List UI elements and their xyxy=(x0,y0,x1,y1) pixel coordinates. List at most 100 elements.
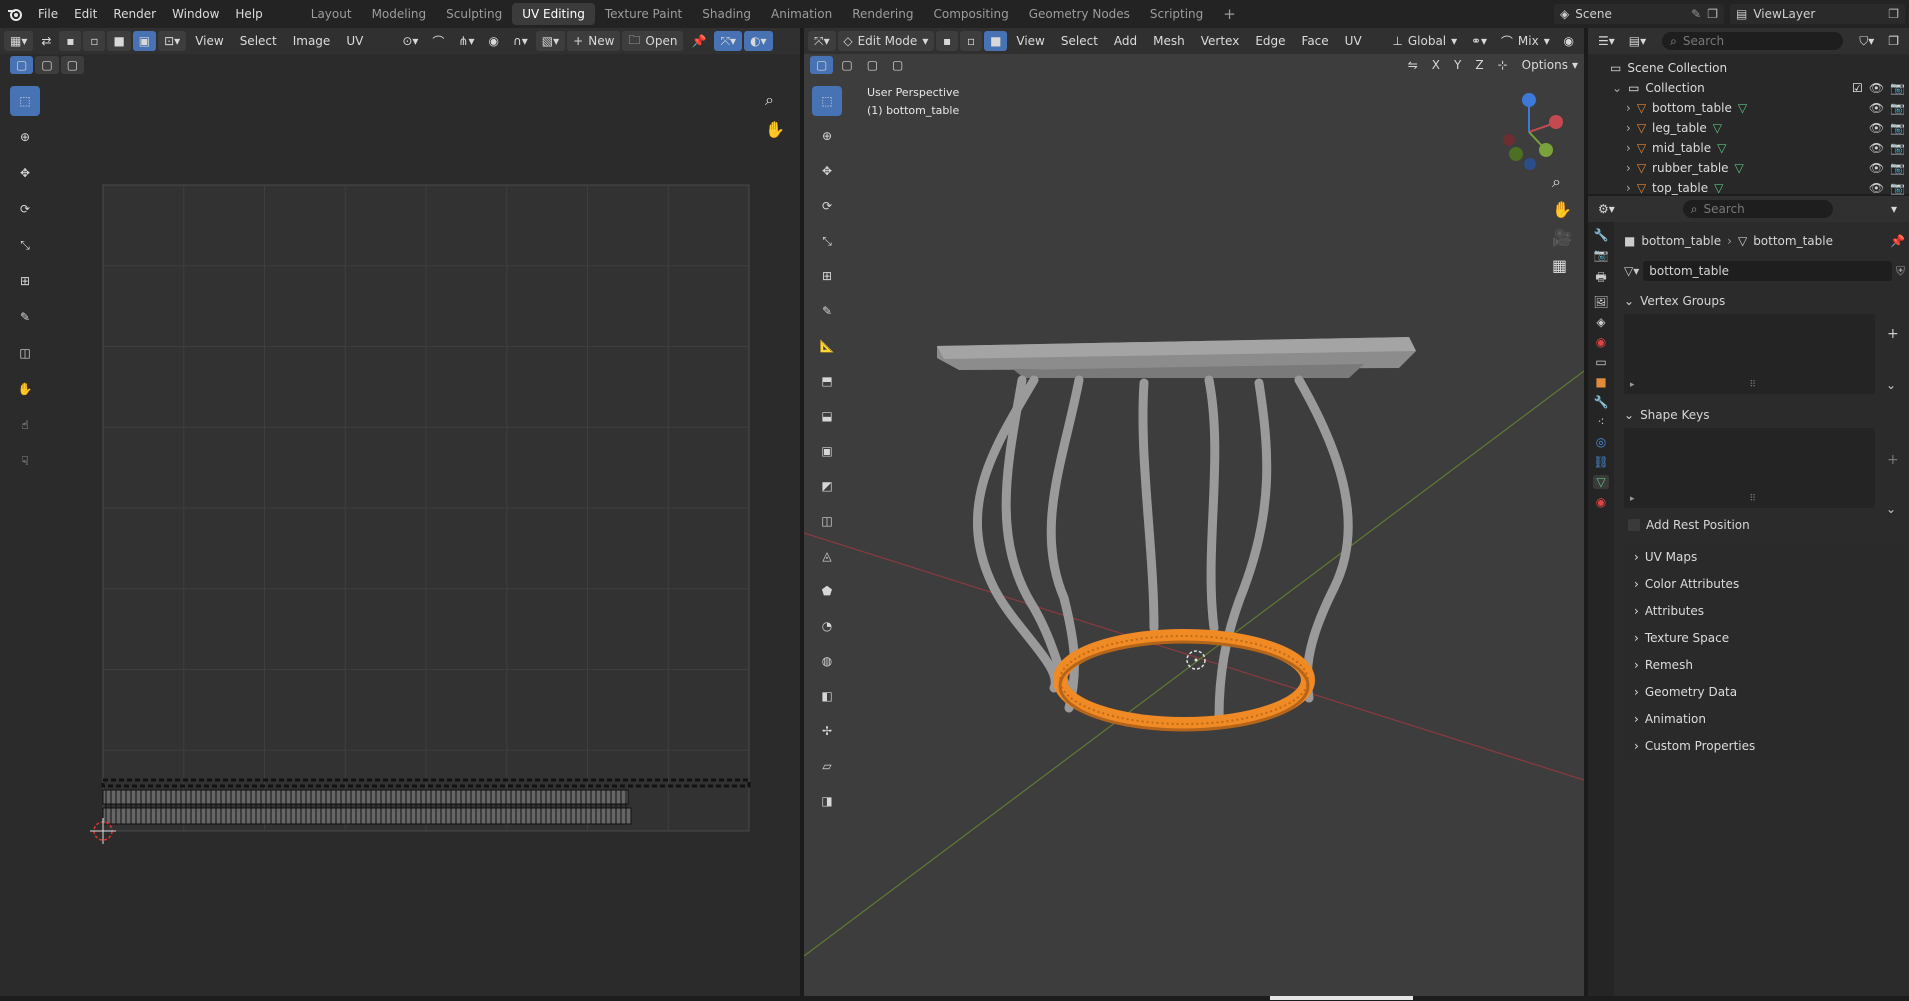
mesh-data-tab-icon[interactable]: ▽ xyxy=(1593,475,1609,489)
add-vertex-group-button[interactable]: + xyxy=(1887,326,1899,342)
move-tool-icon[interactable]: ✥ xyxy=(812,156,842,186)
visibility-eye-icon[interactable]: 👁 xyxy=(1869,101,1884,115)
tab-compositing[interactable]: Compositing xyxy=(923,3,1018,25)
blender-logo-icon[interactable] xyxy=(0,0,30,28)
snap-icon[interactable]: ⌒ xyxy=(426,31,450,51)
select-mode-vertex-icon[interactable]: ▪ xyxy=(59,31,82,51)
tab-rendering[interactable]: Rendering xyxy=(842,3,923,25)
menu-help[interactable]: Help xyxy=(227,0,270,28)
play-icon[interactable]: ▸ xyxy=(1630,494,1635,504)
render-camera-icon[interactable]: 📷 xyxy=(1890,101,1905,115)
pivot-dropdown[interactable]: ⊙▾ xyxy=(396,31,424,51)
modifier-tab-icon[interactable]: 🔧 xyxy=(1594,395,1609,409)
box-select-new-icon[interactable]: ▢ xyxy=(10,56,34,74)
material-tab-icon[interactable]: ◉ xyxy=(1596,495,1606,509)
outliner-editor-type-button[interactable]: ☰▾ xyxy=(1592,31,1621,51)
color-attributes-section[interactable]: › Color Attributes xyxy=(1624,571,1905,597)
sticky-select-dropdown[interactable]: ⊡▾ xyxy=(158,31,187,51)
open-image-button[interactable]: 🗀 Open xyxy=(622,31,684,51)
mesh-browse-dropdown[interactable]: ▽▾ xyxy=(1624,264,1639,278)
menu-render[interactable]: Render xyxy=(105,0,164,28)
select-mode-face-icon[interactable]: ■ xyxy=(107,31,131,51)
custom-properties-section[interactable]: › Custom Properties xyxy=(1624,733,1905,759)
fake-user-shield-icon[interactable]: ⛨ xyxy=(1896,264,1905,279)
image-browse-dropdown[interactable]: ▧▾ xyxy=(535,31,566,51)
pan-view-icon[interactable]: ✋ xyxy=(1552,200,1572,219)
uv-menu-image[interactable]: Image xyxy=(286,34,338,48)
add-workspace-button[interactable]: + xyxy=(1213,3,1246,25)
rip-region-tool-icon[interactable]: ◨ xyxy=(812,786,842,816)
exclude-checkbox[interactable]: ☑ xyxy=(1852,81,1863,95)
measure-tool-icon[interactable]: 📐 xyxy=(812,331,842,361)
chevron-right-icon[interactable]: › xyxy=(1626,181,1631,195)
shrink-fatten-tool-icon[interactable]: ✢ xyxy=(812,716,842,746)
viewport-canvas[interactable] xyxy=(804,28,1584,996)
uv-canvas[interactable] xyxy=(0,108,800,996)
outliner-object-row[interactable]: › ▽ bottom_table ▽ 👁 📷 xyxy=(1592,98,1909,118)
scale-tool-icon[interactable]: ⤡ xyxy=(812,226,842,256)
play-icon[interactable]: ▸ xyxy=(1630,380,1635,390)
extrude-tool-icon[interactable]: ⬓ xyxy=(812,401,842,431)
chevron-right-icon[interactable]: › xyxy=(1626,121,1631,135)
animation-section[interactable]: › Animation xyxy=(1624,706,1905,732)
box-select-subtract-icon[interactable]: ▢ xyxy=(60,56,85,74)
visibility-eye-icon[interactable]: 👁 xyxy=(1869,181,1884,195)
chevron-right-icon[interactable]: › xyxy=(1626,101,1631,115)
properties-editor-type-button[interactable]: ⚙▾ xyxy=(1592,199,1621,219)
outliner-object-row[interactable]: › ▽ top_table ▽ 👁 📷 xyxy=(1592,178,1909,198)
tab-sculpting[interactable]: Sculpting xyxy=(436,3,512,25)
ortho-toggle-icon[interactable]: ▦ xyxy=(1552,256,1567,275)
select-mode-edge-icon[interactable]: ▫ xyxy=(83,31,106,51)
chevron-down-icon[interactable]: ▾ xyxy=(1883,199,1905,219)
render-camera-icon[interactable]: 📷 xyxy=(1890,181,1905,195)
physics-tab-icon[interactable]: ◎ xyxy=(1596,435,1606,449)
scene-tab-icon[interactable]: ◈ xyxy=(1596,315,1605,329)
display-mode-dropdown[interactable]: ▤▾ xyxy=(1623,31,1652,51)
uv-menu-view[interactable]: View xyxy=(188,34,230,48)
menu-window[interactable]: Window xyxy=(164,0,227,28)
world-tab-icon[interactable]: ◉ xyxy=(1596,335,1606,349)
vertex-groups-header[interactable]: ⌄ Vertex Groups xyxy=(1624,288,1905,314)
uv-maps-section[interactable]: › UV Maps xyxy=(1624,544,1905,570)
tab-modeling[interactable]: Modeling xyxy=(362,3,437,25)
output-tab-icon[interactable]: 🖶 xyxy=(1595,268,1606,289)
new-scene-icon[interactable]: ❐ xyxy=(1707,7,1718,21)
shear-tool-icon[interactable]: ▱ xyxy=(812,751,842,781)
add-cube-tool-icon[interactable]: ⬒ xyxy=(812,366,842,396)
geometry-data-section[interactable]: › Geometry Data xyxy=(1624,679,1905,705)
select-mode-island-icon[interactable]: ▣ xyxy=(132,31,157,51)
scene-selector[interactable]: ◈ Scene ✎ ❐ xyxy=(1554,4,1724,24)
inset-tool-icon[interactable]: ▣ xyxy=(812,436,842,466)
constraints-tab-icon[interactable]: ⛓ xyxy=(1593,455,1608,469)
render-tab-icon[interactable]: 📷 xyxy=(1594,248,1609,262)
properties-search[interactable]: ⌕ Search xyxy=(1682,200,1833,218)
snap-target-dropdown[interactable]: ⋔▾ xyxy=(452,31,480,51)
tab-geometry-nodes[interactable]: Geometry Nodes xyxy=(1019,3,1140,25)
select-box-tool-icon[interactable]: ⬚ xyxy=(812,86,842,116)
sync-selection-icon[interactable]: ⇄ xyxy=(35,31,57,51)
spin-tool-icon[interactable]: ◔ xyxy=(812,611,842,641)
render-camera-icon[interactable]: 📷 xyxy=(1890,161,1905,175)
rotate-tool-icon[interactable]: ⟳ xyxy=(812,191,842,221)
viewlayer-selector[interactable]: ▤ ViewLayer ❐ xyxy=(1730,4,1905,24)
resize-grip-icon[interactable]: ⠿ xyxy=(1750,380,1757,390)
falloff-dropdown[interactable]: ∩▾ xyxy=(507,31,534,51)
new-collection-icon[interactable]: ❐ xyxy=(1882,31,1905,51)
pin-icon[interactable]: 📌 xyxy=(1890,234,1905,248)
resize-grip-icon[interactable]: ⠿ xyxy=(1750,494,1757,504)
render-camera-icon[interactable]: 📷 xyxy=(1890,141,1905,155)
visibility-eye-icon[interactable]: 👁 xyxy=(1869,121,1884,135)
table-model[interactable] xyxy=(937,337,1416,732)
poly-build-tool-icon[interactable]: ⬟ xyxy=(812,576,842,606)
filter-dropdown[interactable]: ⛉▾ xyxy=(1853,31,1880,51)
edge-slide-tool-icon[interactable]: ◧ xyxy=(812,681,842,711)
attributes-section[interactable]: › Attributes xyxy=(1624,598,1905,624)
chevron-right-icon[interactable]: › xyxy=(1626,161,1631,175)
chevron-down-icon[interactable]: ⌄ xyxy=(1612,81,1622,95)
render-camera-icon[interactable]: 📷 xyxy=(1890,81,1905,95)
mesh-name-field[interactable]: bottom_table xyxy=(1643,261,1892,281)
vertex-group-specials-dropdown[interactable]: ⌄ xyxy=(1886,378,1896,392)
knife-tool-icon[interactable]: ◬ xyxy=(812,541,842,571)
zoom-view-icon[interactable]: ⌕ xyxy=(1552,172,1561,192)
view-layer-tab-icon[interactable]: 🖼 xyxy=(1593,295,1608,309)
